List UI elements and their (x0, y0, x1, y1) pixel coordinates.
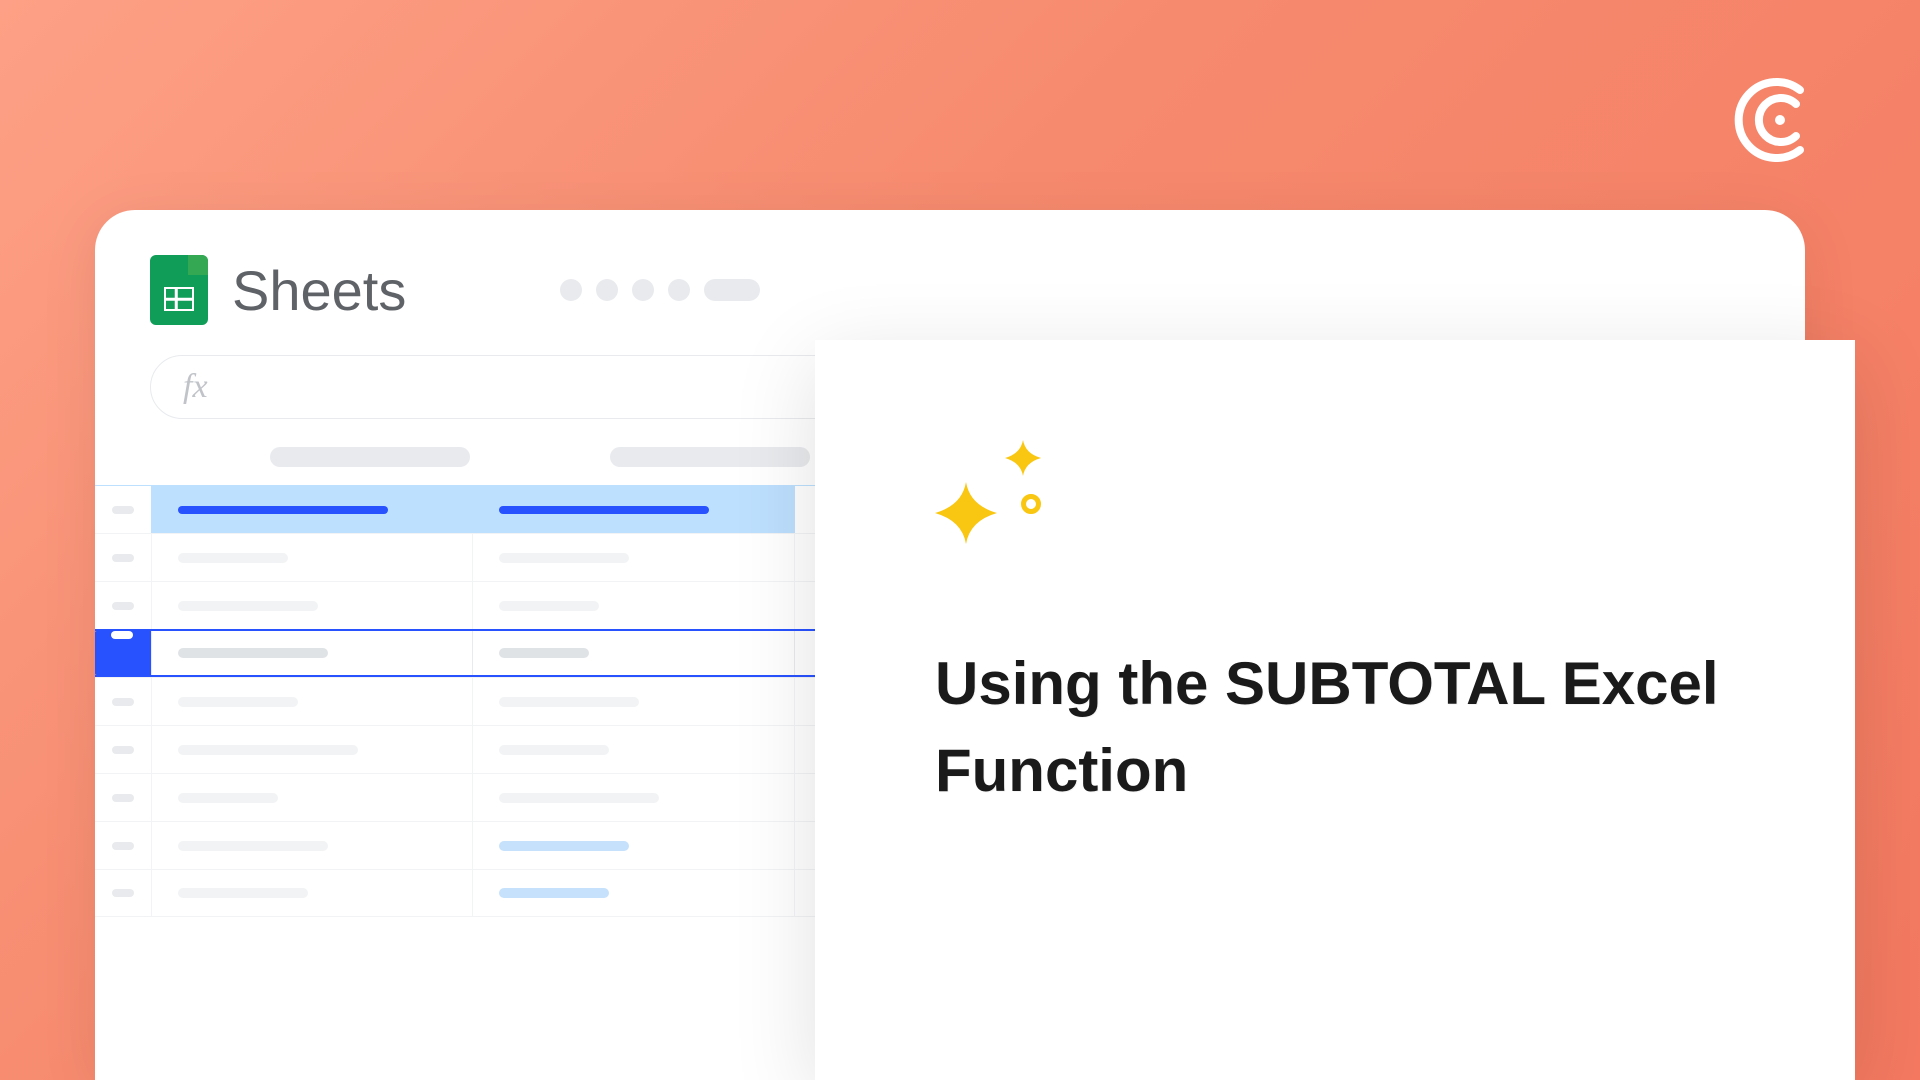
page-title: Using the SUBTOTAL Excel Function (935, 640, 1735, 814)
fx-icon: fx (183, 368, 208, 406)
toolbar-dot-icon (632, 279, 654, 301)
toolbar-dot-icon (596, 279, 618, 301)
brand-logo (1730, 70, 1830, 170)
title-card: Using the SUBTOTAL Excel Function (815, 340, 1855, 1080)
sparkle-icon (935, 440, 1075, 560)
column-header-placeholder (610, 447, 810, 467)
app-title: Sheets (232, 258, 406, 323)
google-sheets-icon (150, 255, 208, 325)
toolbar-dot-icon (560, 279, 582, 301)
toolbar-pill-icon (704, 279, 760, 301)
column-header-placeholder (270, 447, 470, 467)
sheets-header: Sheets (95, 210, 1805, 355)
toolbar-placeholder (560, 279, 760, 301)
toolbar-dot-icon (668, 279, 690, 301)
